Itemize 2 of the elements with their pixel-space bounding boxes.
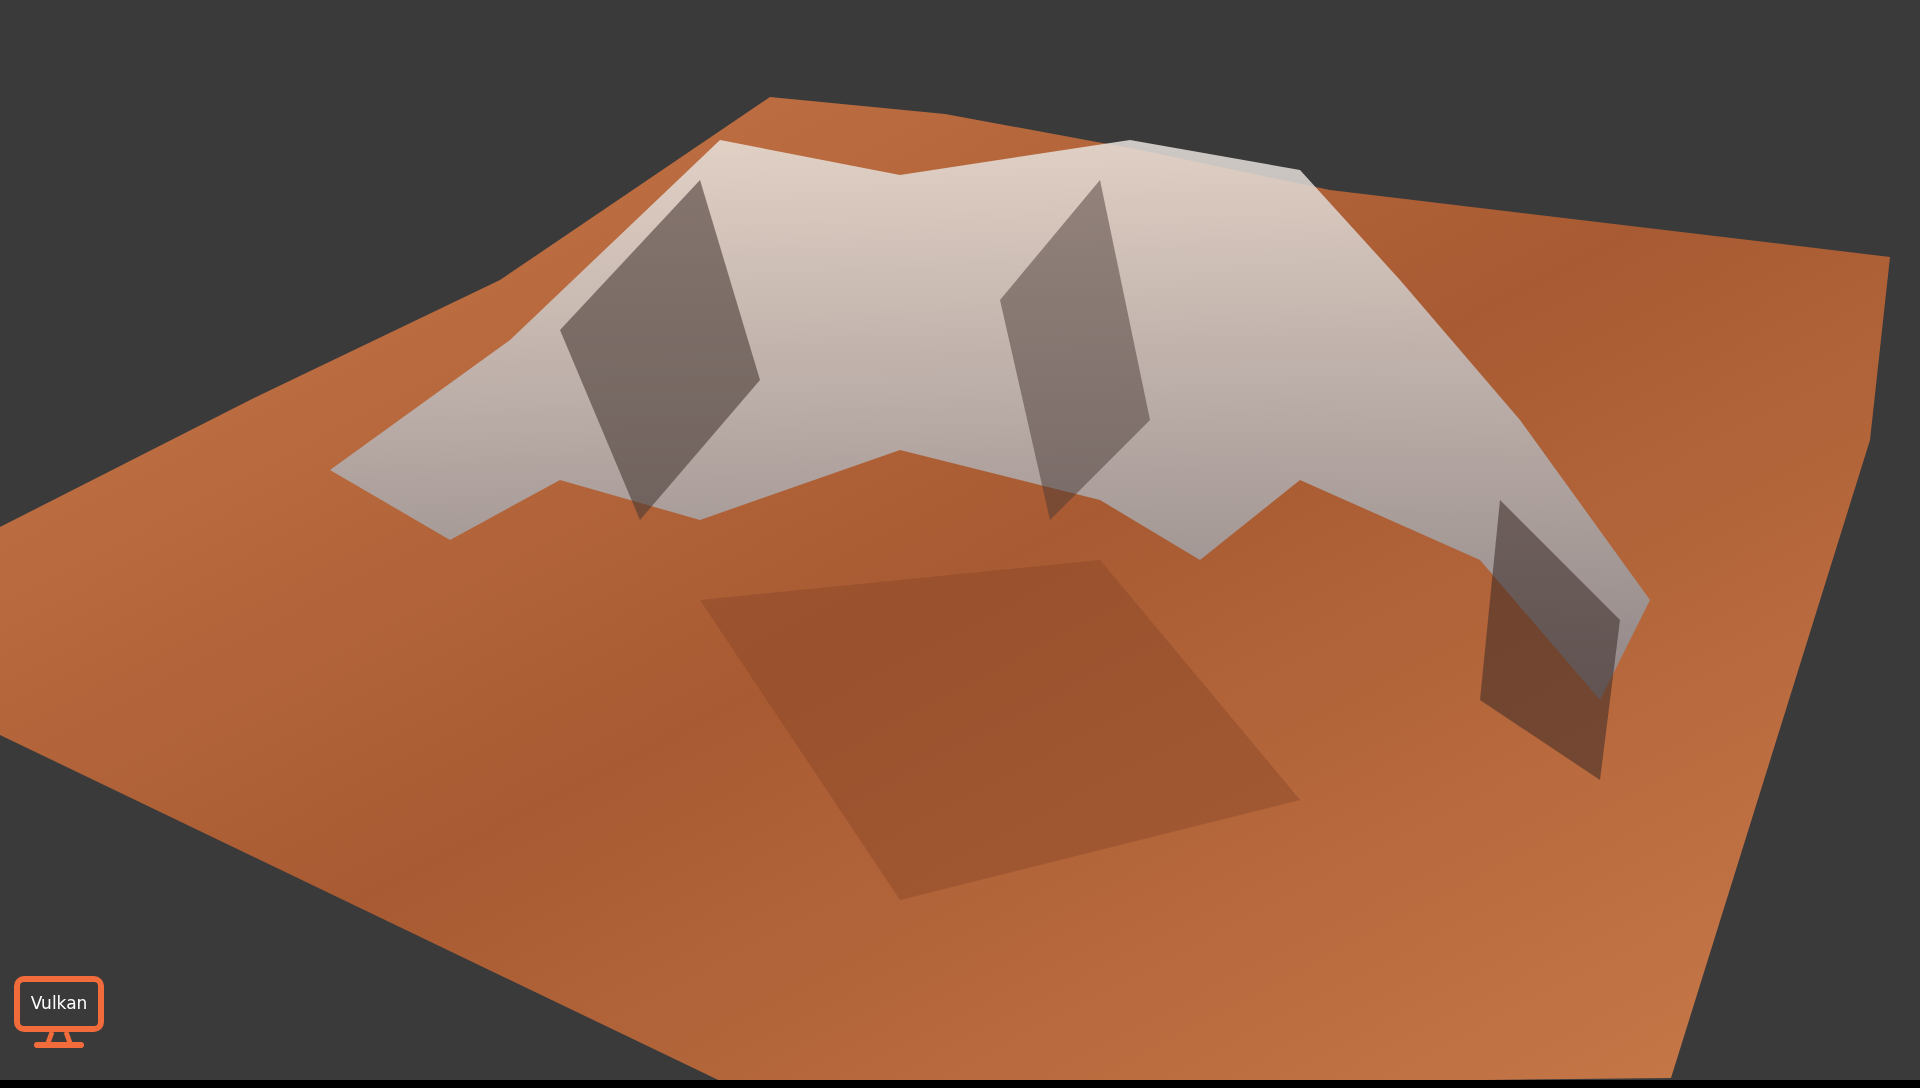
renderer-label: Vulkan [29,992,89,1014]
monitor-icon [14,976,104,1050]
